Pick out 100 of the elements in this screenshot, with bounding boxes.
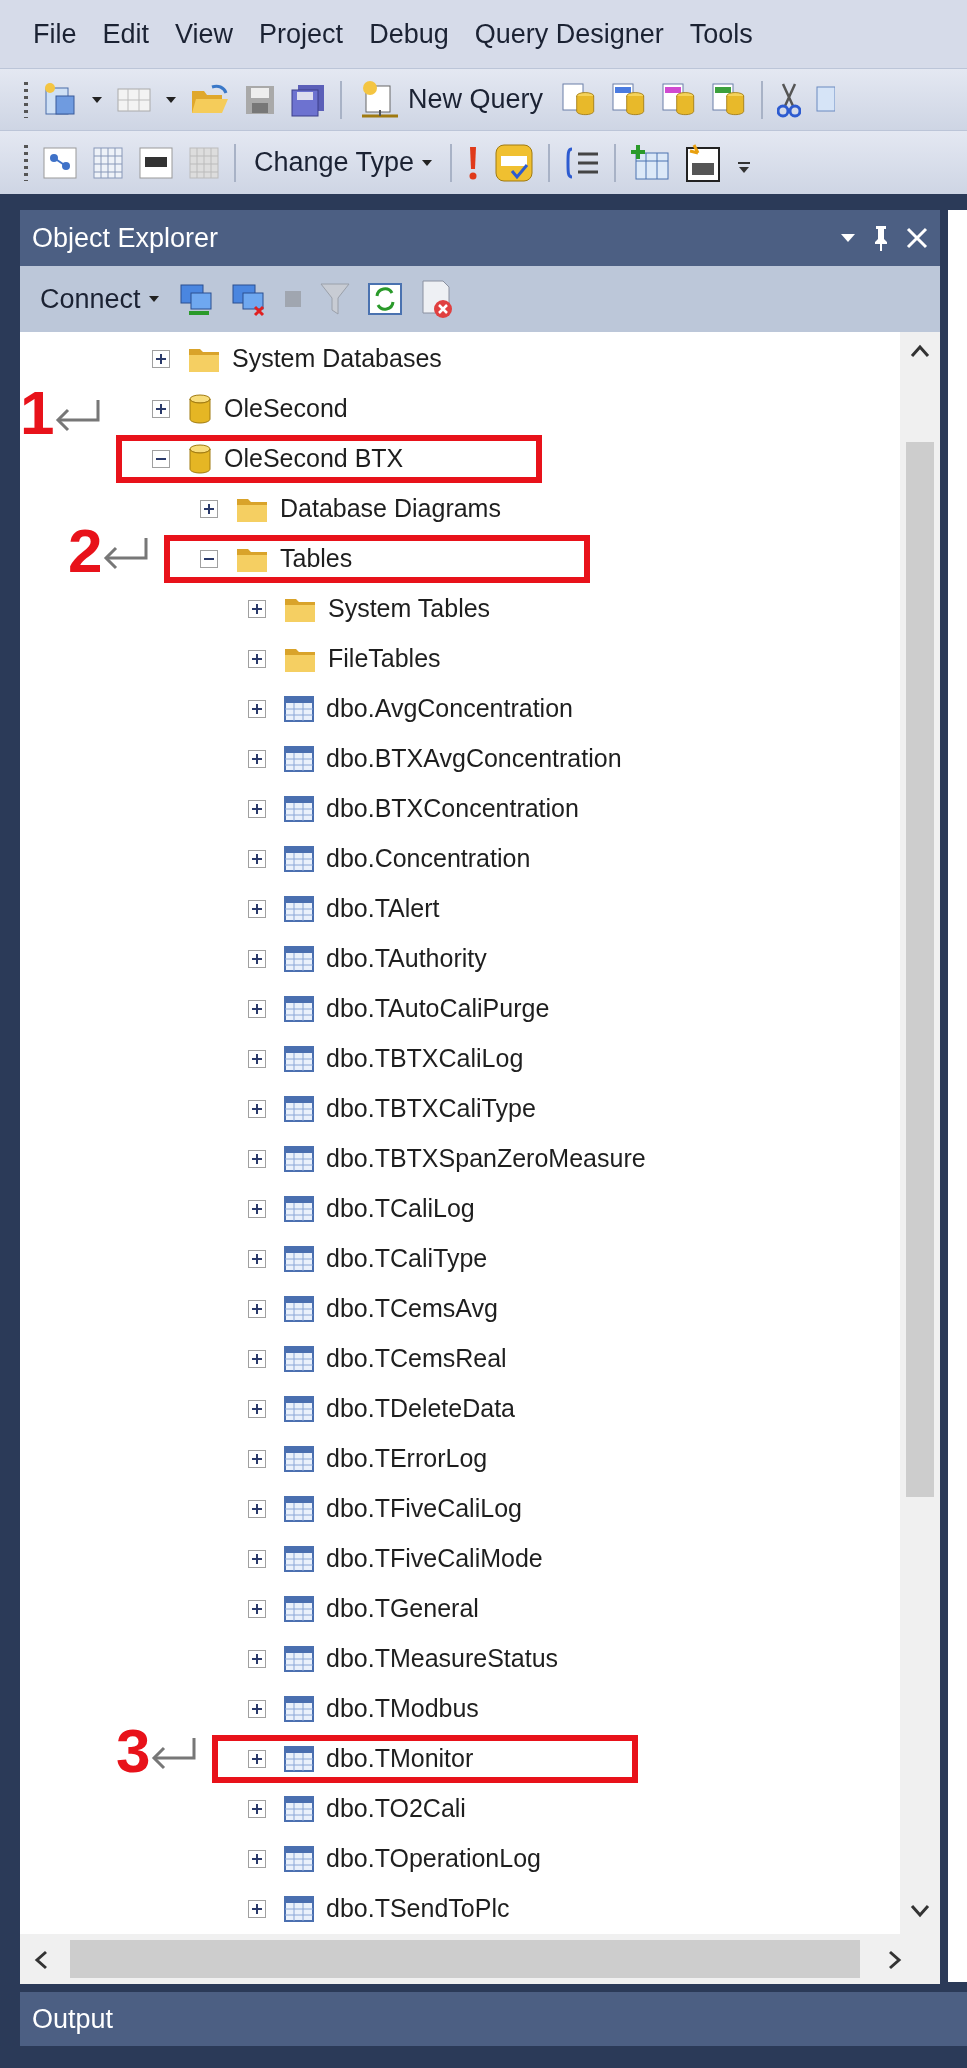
tree-item[interactable]: dbo.TMonitor — [326, 1740, 474, 1778]
expand-icon[interactable] — [248, 1850, 266, 1868]
expand-icon[interactable] — [248, 650, 266, 668]
table-icon — [284, 1646, 314, 1672]
verify-sql-icon[interactable] — [494, 142, 535, 183]
tree-item[interactable]: Database Diagrams — [280, 490, 501, 528]
cut-icon[interactable] — [777, 81, 802, 118]
expand-icon[interactable] — [152, 400, 170, 418]
expand-icon[interactable] — [248, 1350, 266, 1368]
scroll-up-icon[interactable] — [910, 344, 930, 358]
table-icon — [284, 946, 314, 972]
tree-item[interactable]: FileTables — [328, 640, 441, 678]
add-table-icon[interactable] — [630, 144, 671, 181]
tree-item[interactable]: dbo.TBTXCaliType — [326, 1090, 536, 1128]
menu-item[interactable]: Edit — [89, 13, 163, 55]
tree-item[interactable]: dbo.TBTXSpanZeroMeasure — [326, 1140, 646, 1178]
tree-item[interactable]: dbo.TAutoCaliPurge — [326, 990, 550, 1028]
panel-title: Object Explorer — [32, 221, 219, 255]
expand-icon[interactable] — [248, 1900, 266, 1918]
collapse-icon[interactable] — [152, 450, 170, 468]
menu-item[interactable]: File — [20, 13, 90, 55]
group-by-icon[interactable] — [564, 146, 601, 179]
scroll-left-icon[interactable] — [34, 1950, 48, 1970]
collapse-icon[interactable] — [200, 550, 218, 568]
scroll-down-icon[interactable] — [910, 1904, 930, 1918]
properties-icon[interactable] — [684, 142, 723, 183]
change-type-button[interactable]: Change Type — [250, 142, 437, 183]
tree-item[interactable]: dbo.TModbus — [326, 1690, 479, 1728]
expand-icon[interactable] — [248, 1750, 266, 1768]
expand-icon[interactable] — [248, 800, 266, 818]
new-query-button[interactable]: New Query — [356, 79, 548, 120]
tree-item[interactable]: dbo.BTXAvgConcentration — [326, 740, 622, 778]
connect-icon[interactable] — [178, 281, 215, 317]
expand-icon[interactable] — [248, 1450, 266, 1468]
close-icon[interactable] — [906, 227, 928, 249]
tree-item[interactable]: dbo.BTXConcentration — [326, 790, 579, 828]
expand-icon[interactable] — [248, 1200, 266, 1218]
diagram-icon[interactable] — [42, 145, 78, 180]
expand-icon[interactable] — [248, 1250, 266, 1268]
caret-icon[interactable] — [166, 96, 176, 103]
tree-item[interactable]: dbo.TO2Cali — [326, 1790, 466, 1828]
tree-item[interactable]: dbo.TCemsReal — [326, 1340, 507, 1378]
tree-item[interactable]: dbo.TGeneral — [326, 1590, 479, 1628]
tree-item[interactable]: dbo.TFiveCaliMode — [326, 1540, 543, 1578]
tree-item[interactable]: OleSecond — [224, 390, 348, 428]
horizontal-scrollbar[interactable] — [20, 1934, 940, 1984]
tree-item[interactable]: dbo.TOperationLog — [326, 1840, 541, 1878]
pin-icon[interactable] — [872, 224, 890, 252]
tree-item[interactable]: OleSecond BTX — [224, 440, 404, 478]
expand-icon[interactable] — [248, 1000, 266, 1018]
expand-icon[interactable] — [248, 1150, 266, 1168]
tree-item[interactable]: dbo.AvgConcentration — [326, 690, 573, 728]
expand-icon[interactable] — [248, 1550, 266, 1568]
tree-item[interactable]: dbo.TSendToPlc — [326, 1890, 510, 1928]
expand-icon[interactable] — [248, 1300, 266, 1318]
tree-item[interactable]: dbo.Concentration — [326, 840, 531, 878]
tree-item[interactable]: System Databases — [232, 340, 442, 378]
expand-icon[interactable] — [248, 1500, 266, 1518]
expand-icon[interactable] — [248, 1100, 266, 1118]
expand-icon[interactable] — [248, 600, 266, 618]
tree-item[interactable]: System Tables — [328, 590, 491, 628]
new-project-icon[interactable] — [42, 81, 78, 118]
expand-icon[interactable] — [248, 1050, 266, 1068]
menu-item[interactable]: View — [162, 13, 247, 55]
expand-icon[interactable] — [248, 1600, 266, 1618]
expand-icon[interactable] — [248, 1700, 266, 1718]
tree-item[interactable]: dbo.TAuthority — [326, 940, 487, 978]
menu-item[interactable]: Debug — [356, 13, 462, 55]
tree-item[interactable]: dbo.TFiveCaliLog — [326, 1490, 522, 1528]
connect-button[interactable]: Connect — [36, 278, 163, 320]
expand-icon[interactable] — [152, 350, 170, 368]
disconnect-icon[interactable] — [230, 281, 267, 317]
save-all-icon[interactable] — [290, 82, 326, 117]
caret-icon[interactable] — [92, 96, 102, 103]
tree-item[interactable]: dbo.TCaliType — [326, 1240, 488, 1278]
expand-icon[interactable] — [248, 1650, 266, 1668]
tree-item[interactable]: dbo.TAlert — [326, 890, 440, 928]
tree-item[interactable]: dbo.TDeleteData — [326, 1390, 515, 1428]
tree-item[interactable]: dbo.TCaliLog — [326, 1190, 475, 1228]
tree-item[interactable]: Tables — [280, 540, 353, 578]
expand-icon[interactable] — [200, 500, 218, 518]
expand-icon[interactable] — [248, 950, 266, 968]
refresh-icon[interactable] — [366, 282, 403, 316]
tree-item[interactable]: dbo.TCemsAvg — [326, 1290, 498, 1328]
expand-icon[interactable] — [248, 1400, 266, 1418]
tree-item[interactable]: dbo.TBTXCaliLog — [326, 1040, 524, 1078]
menu-item[interactable]: Tools — [676, 13, 766, 55]
tree-item[interactable]: dbo.TMeasureStatus — [326, 1640, 559, 1678]
expand-icon[interactable] — [248, 900, 266, 918]
expand-icon[interactable] — [248, 750, 266, 768]
vertical-scrollbar[interactable] — [900, 332, 940, 1934]
expand-icon[interactable] — [248, 700, 266, 718]
menu-item[interactable]: Query Designer — [461, 13, 677, 55]
tree-item[interactable]: dbo.TErrorLog — [326, 1440, 488, 1478]
scroll-right-icon[interactable] — [888, 1950, 902, 1970]
expand-icon[interactable] — [248, 1800, 266, 1818]
menu-item[interactable]: Project — [246, 13, 357, 55]
dropdown-icon[interactable] — [840, 233, 856, 243]
sql-pane-icon[interactable] — [138, 145, 174, 180]
expand-icon[interactable] — [248, 850, 266, 868]
